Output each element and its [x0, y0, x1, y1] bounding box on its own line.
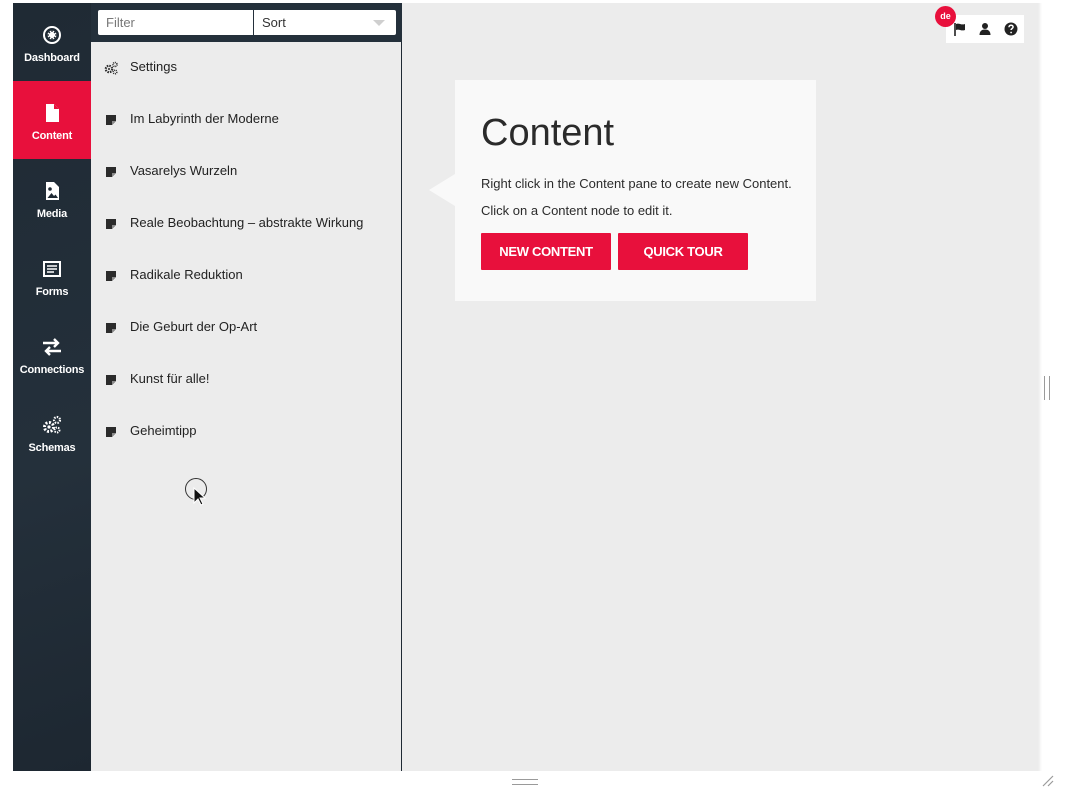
- tree-item-label: Vasarelys Wurzeln: [130, 163, 238, 178]
- card-text-edit: Click on a Content node to edit it.: [481, 203, 673, 218]
- sidebar-item-content[interactable]: Content: [13, 81, 91, 159]
- card-pointer: [429, 174, 455, 206]
- arrows-icon: [43, 338, 61, 356]
- tree-item[interactable]: Radikale Reduktion: [91, 250, 401, 302]
- note-icon: [106, 375, 116, 385]
- note-icon: [106, 167, 116, 177]
- resize-corner-icon[interactable]: [1040, 773, 1054, 787]
- tree-item-label: Settings: [130, 59, 177, 74]
- help-icon[interactable]: [1004, 22, 1018, 36]
- tree-item-label: Kunst für alle!: [130, 371, 210, 386]
- tree-item-label: Die Geburt der Op-Art: [130, 319, 258, 334]
- tree-item[interactable]: Reale Beobachtung – abstrakte Wirkung: [91, 198, 401, 250]
- form-icon: [43, 261, 61, 277]
- filter-bar: Sort: [91, 3, 402, 42]
- sidebar-item-dashboard[interactable]: Dashboard: [13, 3, 91, 81]
- user-icon[interactable]: [978, 22, 992, 36]
- welcome-card: Content Right click in the Content pane …: [429, 80, 816, 301]
- vertical-resize-handle[interactable]: [1044, 376, 1050, 400]
- dashboard-icon: [43, 26, 61, 44]
- tree-item[interactable]: Im Labyrinth der Moderne: [91, 94, 401, 146]
- note-icon: [106, 219, 116, 229]
- sidebar-item-label: Content: [31, 130, 73, 142]
- chevron-down-icon: [373, 20, 385, 26]
- sidebar-item-label: Schemas: [28, 442, 76, 454]
- sidebar-item-label: Forms: [35, 286, 69, 298]
- tree-item-label: Geheimtipp: [130, 423, 197, 438]
- gears-icon: [104, 61, 118, 75]
- tree-item[interactable]: Die Geburt der Op-Art: [91, 302, 401, 354]
- sidebar-item-schemas[interactable]: Schemas: [13, 393, 91, 471]
- card-text-create: Right click in the Content pane to creat…: [481, 176, 792, 191]
- top-toolbar: [946, 15, 1024, 43]
- sidebar-item-label: Connections: [19, 364, 85, 376]
- language-badge[interactable]: de: [935, 6, 956, 27]
- file-icon: [46, 104, 59, 122]
- quick-tour-button[interactable]: QUICK TOUR: [618, 233, 748, 270]
- sidebar-item-label: Dashboard: [24, 52, 80, 64]
- sidebar-item-forms[interactable]: Forms: [13, 237, 91, 315]
- gears-icon: [43, 415, 62, 434]
- tree-item-label: Im Labyrinth der Moderne: [130, 111, 279, 126]
- note-icon: [106, 115, 116, 125]
- filter-input[interactable]: [98, 10, 253, 35]
- flag-icon[interactable]: [953, 22, 967, 36]
- image-icon: [46, 182, 59, 200]
- content-tree-panel: Sort Settings Im Labyrinth der Moderne V…: [91, 3, 402, 771]
- tree-item-label: Radikale Reduktion: [130, 267, 243, 282]
- page-title: Content: [481, 112, 615, 154]
- window-shadow: [1038, 3, 1042, 771]
- note-icon: [106, 323, 116, 333]
- note-icon: [106, 271, 116, 281]
- app-window: Dashboard Content Media Forms Connection…: [13, 3, 1038, 771]
- sidebar-item-label: Media: [36, 208, 68, 220]
- tree-item[interactable]: Geheimtipp: [91, 406, 401, 458]
- sidebar-item-media[interactable]: Media: [13, 159, 91, 237]
- note-icon: [106, 427, 116, 437]
- mouse-cursor-icon: [193, 487, 207, 506]
- tree-item-label: Reale Beobachtung – abstrakte Wirkung: [130, 215, 364, 230]
- main-content-area: de Content Right click in the Content pa…: [403, 3, 1038, 771]
- tree-item[interactable]: Vasarelys Wurzeln: [91, 146, 401, 198]
- sidebar-item-connections[interactable]: Connections: [13, 315, 91, 393]
- new-content-button[interactable]: NEW CONTENT: [481, 233, 611, 270]
- sort-label: Sort: [262, 15, 286, 30]
- tree-item-settings[interactable]: Settings: [91, 42, 401, 94]
- horizontal-resize-handle[interactable]: [512, 779, 538, 785]
- main-sidebar: Dashboard Content Media Forms Connection…: [13, 3, 91, 771]
- sort-dropdown[interactable]: Sort: [254, 10, 396, 35]
- tree-item[interactable]: Kunst für alle!: [91, 354, 401, 406]
